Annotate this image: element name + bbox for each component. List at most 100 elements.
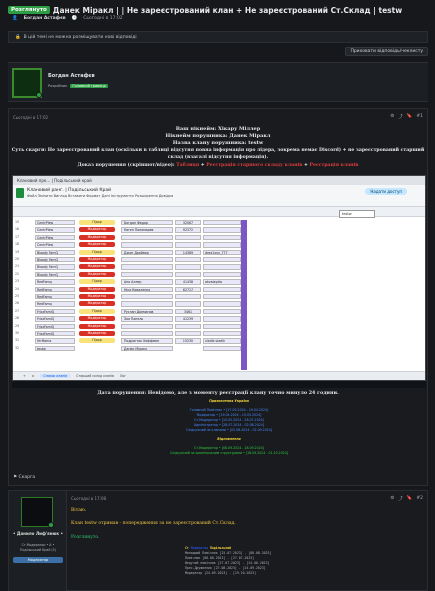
evidence-screenshot[interactable]: Клановий пре... | Подільський край Клано…: [12, 175, 426, 381]
author-profile: Богдан Астафєв Розробник Головний гравец…: [8, 62, 428, 102]
sheet-purple-column: [241, 220, 247, 370]
sheet-tab: ≡: [31, 374, 35, 378]
profile-name[interactable]: Богдан Астафєв: [48, 73, 95, 79]
post-tools: ⚙ ⤴ 🔖 #1: [390, 114, 423, 120]
post-number[interactable]: #2: [416, 496, 423, 502]
avatar[interactable]: [21, 497, 54, 528]
avatar[interactable]: [12, 68, 42, 98]
profile-role-text: Розробник: [48, 84, 68, 88]
sheets-logo-icon: [16, 188, 24, 198]
table-row: 29 FrizzFamiQ Модератор: [13, 323, 425, 330]
signature-line: Слідкуючий за кланами • [02.08.2024 - 02…: [185, 428, 273, 432]
field-evidence: Доказ порушення (скріншот/відео): Таблиц…: [9, 163, 427, 168]
table-row: 17 CentrPlew Модератор: [13, 234, 425, 241]
thread-date[interactable]: Сьогодні в 17:02: [83, 16, 122, 21]
evidence-label: Доказ порушення (скріншот/відео):: [77, 163, 175, 168]
author-icon: 👤: [12, 16, 18, 21]
post-1: Сьогодні в 17:02 ⚙ ⤴ 🔖 #1 Ваш нікнейм: X…: [8, 108, 428, 486]
field-clan: Назва клану порушника: testw: [172, 140, 264, 146]
sheet-tab: Старший склад кланів: [76, 374, 114, 378]
field-complaint-cont: склад (взагалі відсутня інформація).: [167, 155, 269, 160]
sheet-menus: Файл Змінити Вигляд Вставити Формат Дані…: [27, 194, 174, 198]
sheet-title: Клановий ранг. | Подільський Край: [27, 188, 112, 193]
post-2-author: • Данило Лиф'янюк • Ст.Модератор • A • П…: [9, 491, 67, 591]
thread-author[interactable]: Богдан Астафєв: [24, 16, 66, 21]
reply-greeting: Вітаю.: [71, 508, 87, 513]
field-date: Дата порушення: Невідомо, але з моменту …: [97, 390, 339, 396]
gear-icon[interactable]: ⚙: [390, 114, 394, 120]
report-label: Скарга: [18, 475, 36, 480]
post-tools: ⚙ ⤴ 🔖 #2: [390, 496, 423, 502]
thread-title: Данек Міракл | | Не зареєстрований клан …: [52, 5, 403, 15]
sheet-tabs: + ≡ Список кланів Старший склад кланів Л…: [13, 371, 425, 380]
profile-role: Розробник Головний гравець: [48, 84, 108, 88]
signature: Призначення Україна Головний Помічник • …: [169, 399, 289, 456]
field-violator: Нікнейм порушника: Данек Міракл: [165, 133, 271, 139]
table-row: 16 CentrPlew Модератор Євген Пономарев 92372: [13, 227, 425, 233]
table-row: 24 RedFamq Модератор Ніка Коваленко 62717: [13, 286, 425, 293]
author-role-badge: Модератор: [13, 557, 63, 563]
screenshot-taskbar: [12, 381, 426, 388]
author-subtitle: Ст.Модератор • A • Подільський Край (5): [9, 543, 67, 552]
thread-actions: Приховати відповідь/чеклисту: [8, 46, 428, 56]
report-link[interactable]: ⚑ Скарга: [13, 475, 35, 480]
author-name[interactable]: • Данило Лиф'янюк •: [9, 531, 67, 536]
post-2-signature: Ст Модератор Подільський Молодший Помічн…: [185, 546, 325, 576]
signature-line: Слідкуючий за кримінальним структурами •…: [169, 451, 289, 455]
locked-notice-text: В цій темі не можна розміщувати нові від…: [23, 34, 137, 40]
table-row: 25 RedFamq Модератор: [13, 294, 425, 300]
table-row: 20 Bloody FamQ Модератор: [13, 257, 425, 263]
gear-icon[interactable]: ⚙: [390, 496, 394, 502]
share-icon[interactable]: ⤴: [398, 496, 403, 502]
post-header: Сьогодні в 17:02 ⚙ ⤴ 🔖 #1: [13, 113, 423, 121]
flag-icon: ⚑: [13, 475, 18, 480]
table-row: 15 CentrPlew Підор Богдан Федар 32067: [13, 220, 425, 226]
post-date[interactable]: Сьогодні в 17:02: [13, 115, 48, 120]
table-row: 32 testw Данек Міракл: [13, 345, 425, 352]
post-date[interactable]: Сьогодні в 17:08: [71, 496, 106, 502]
thread-meta: 👤 Богдан Астафєв 🕒 Сьогодні в 17:02: [12, 16, 123, 21]
post-header: Сьогодні в 17:08 ⚙ ⤴ 🔖 #2: [71, 496, 423, 502]
share-button: Надати доступ: [365, 188, 407, 195]
post-number[interactable]: #1: [416, 114, 423, 120]
clock-icon: 🕒: [71, 16, 78, 21]
table-row: 31 HirMama Підор Подростак Хоффман 15230 vlad…: [13, 338, 425, 344]
table-row: 21 Bloody FamQ Модератор: [13, 264, 425, 270]
browser-tab: Клановий пре... | Подільський край: [13, 176, 425, 185]
table-row: 18 CentrPlew Модератор: [13, 242, 425, 248]
locked-notice: 🔒 В цій темі не можна розміщувати нові в…: [8, 31, 428, 43]
status-badge: Розглянуто: [8, 6, 50, 14]
share-icon[interactable]: ⤴: [398, 114, 403, 120]
online-indicator: [36, 92, 42, 98]
sheet-tab-active: Список кланів: [40, 374, 71, 378]
field-nickname: Ваш нікнейм: Xікару Міллер: [175, 126, 261, 132]
sheet-grid: 15 CentrPlew Підор Богдан Федар 32067 16 Cent…: [13, 220, 425, 370]
link-senior-registration[interactable]: Реєстрація старшого складу кланів: [206, 163, 302, 168]
table-row: 27 FrizzFamiQ Підор Руслан Дреманов 3461: [13, 308, 425, 315]
sheet-tab: +: [23, 374, 26, 378]
sheet-menu: Клановий ранг. | Подільський Край Файл З…: [13, 185, 425, 207]
sheet-search-box: testw: [339, 210, 375, 218]
table-row: 23 RedFamq Підор Ало Аллер 41438 akvalaydw: [13, 279, 425, 285]
evidence-sep-2: +: [302, 163, 310, 168]
thread-header: Розглянуто Данек Міракл | | Не зареєстро…: [8, 4, 428, 16]
bookmark-icon[interactable]: 🔖: [407, 114, 413, 120]
sheet-tab: Лог: [119, 374, 126, 378]
lock-icon: 🔒: [15, 34, 21, 40]
table-row: 28 FrizzFamiQ Модератор Зоя Панель 41239: [13, 316, 425, 322]
watch-button[interactable]: Приховати відповідь/чеклисту: [345, 46, 428, 56]
table-row: 26 RedFamq Модератор: [13, 301, 425, 307]
online-indicator: [48, 522, 54, 528]
profile-badge: Головний гравець: [70, 84, 108, 88]
field-complaint: Суть скарги: Не зареєстрований клан (оск…: [11, 148, 425, 153]
link-clan-registration[interactable]: Реєстрація кланів: [310, 163, 359, 168]
signature-line: Модератор [24.09.2023] - [19.10.2023]: [185, 571, 257, 575]
reply-status: Розглянуто.: [71, 535, 100, 540]
table-row: 19 Bloody FamQ Підор Джон Драйвер 14389 drea1…: [13, 249, 425, 256]
reply-verdict: Клан testw отримав - попередження за не …: [71, 521, 236, 526]
author-server: Подільський Край (5): [20, 547, 56, 552]
bookmark-icon[interactable]: 🔖: [407, 496, 413, 502]
table-row: 22 Bloody FamQ Модератор: [13, 271, 425, 278]
table-row: 30 FrizzFamiQ Модератор: [13, 331, 425, 337]
link-table[interactable]: Таблиця: [176, 163, 199, 168]
